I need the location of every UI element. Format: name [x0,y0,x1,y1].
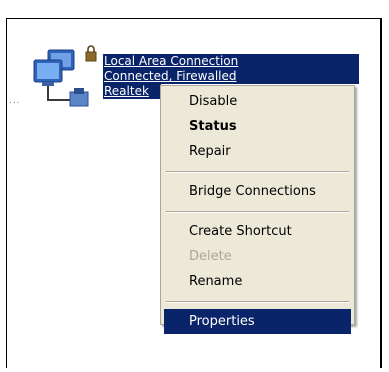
menu-item-create-shortcut[interactable]: Create Shortcut [164,219,351,244]
menu-separator [166,211,349,213]
context-menu: Disable Status Repair Bridge Connections… [160,85,355,334]
menu-separator [166,301,349,303]
menu-item-properties[interactable]: Properties [164,309,351,334]
menu-item-delete: Delete [189,249,232,264]
connection-device: Realtek [103,84,161,99]
menu-item-status[interactable]: Status [164,114,351,139]
connection-status: Connected, Firewalled [103,69,359,84]
network-connection-icon[interactable] [28,44,100,116]
truncated-item-dots: ... [9,96,21,106]
menu-item-disable[interactable]: Disable [164,89,351,114]
menu-separator [166,171,349,173]
menu-item-rename[interactable]: Rename [164,269,351,294]
menu-item-repair[interactable]: Repair [164,139,351,164]
connection-name[interactable]: Local Area Connection [103,54,359,69]
menu-item-bridge-connections[interactable]: Bridge Connections [164,179,351,204]
